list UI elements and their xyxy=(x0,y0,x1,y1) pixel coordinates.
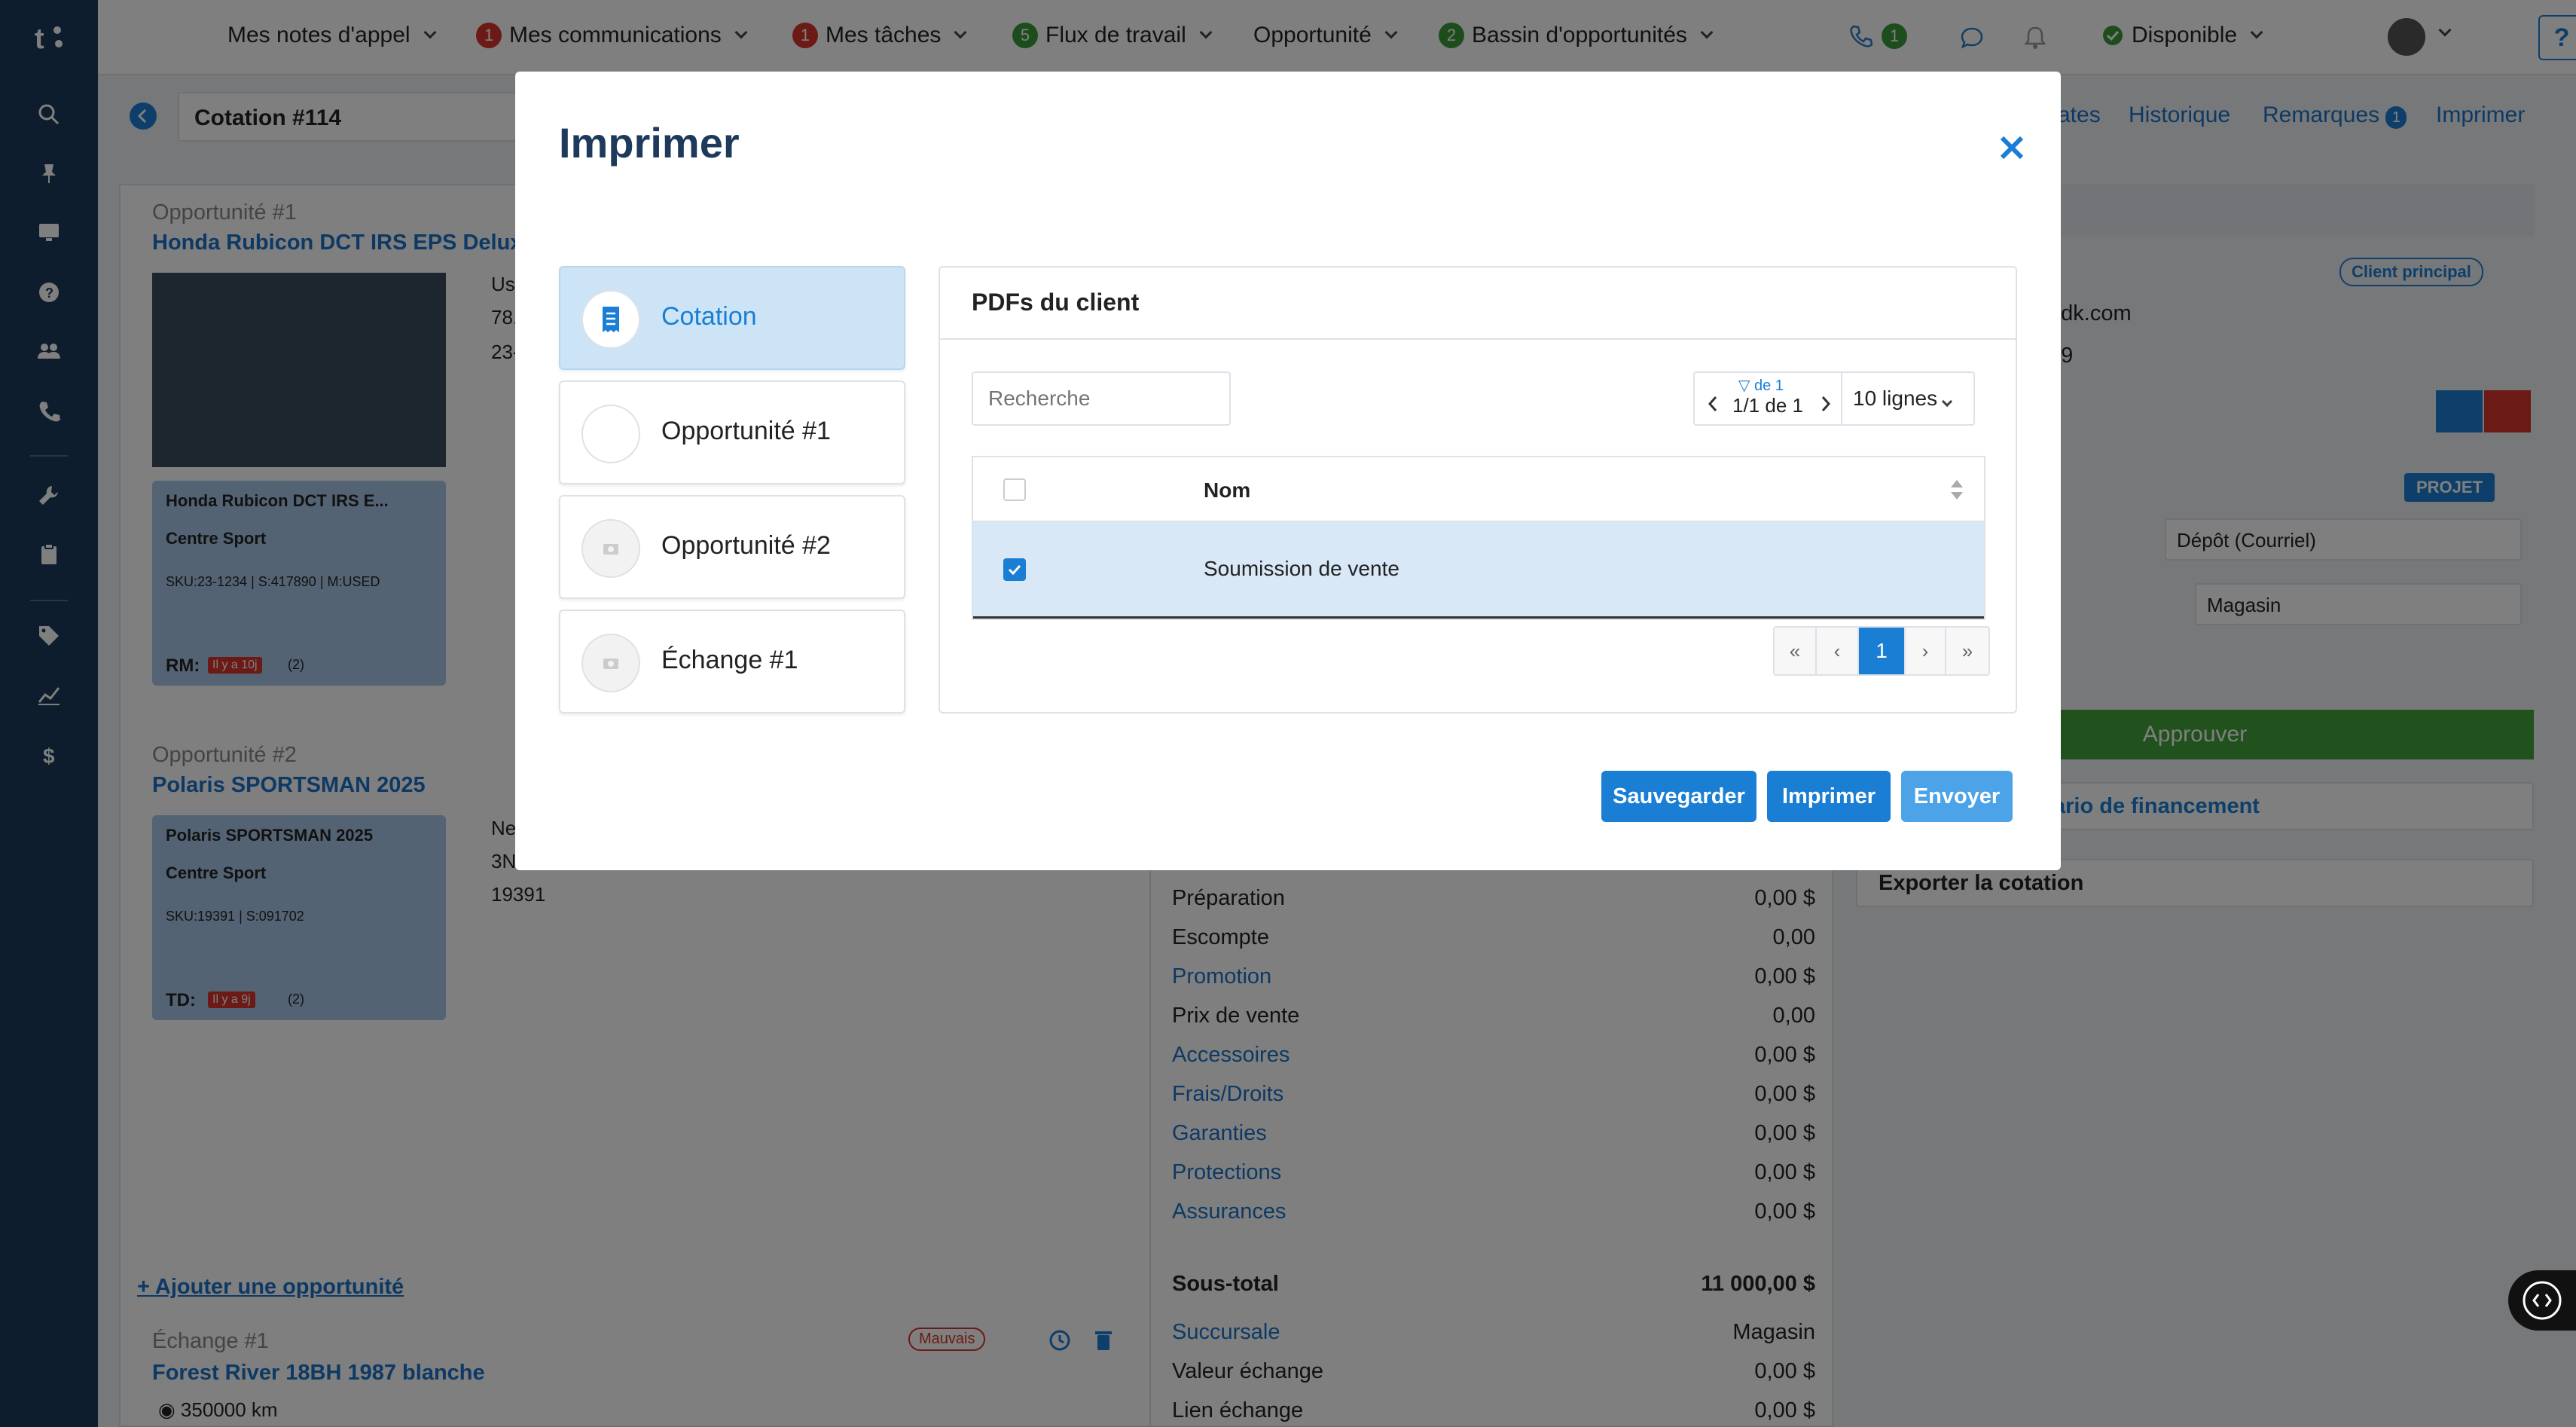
pagination: « ‹ 1 › » xyxy=(1773,626,1990,676)
pager-control: ▽ de 1 1/1 de 1 xyxy=(1693,371,1842,426)
chevron-left-icon[interactable] xyxy=(1704,393,1722,415)
broken-image-icon xyxy=(581,405,640,463)
print-modal: Imprimer Cotation Opportunité #1 Opportu… xyxy=(515,72,2061,870)
card-divider xyxy=(940,338,2016,340)
nav-label: Échange #1 xyxy=(661,646,798,674)
page-number-button[interactable]: 1 xyxy=(1859,628,1904,674)
page-info: 1/1 de 1 xyxy=(1732,394,1803,417)
print-nav-opportunity-1[interactable]: Opportunité #1 xyxy=(559,380,905,484)
print-nav-quote[interactable]: Cotation xyxy=(559,266,905,370)
quote-icon-circle xyxy=(581,290,640,349)
select-all-checkbox[interactable] xyxy=(1003,478,1026,501)
receipt-icon xyxy=(603,307,619,332)
search-input[interactable] xyxy=(972,371,1231,426)
camera-icon xyxy=(581,519,640,578)
row-checkbox[interactable] xyxy=(1003,558,1026,581)
nav-label: Cotation xyxy=(661,302,757,331)
accessibility-icon xyxy=(2523,1281,2562,1320)
filter-icon: ▽ xyxy=(1738,377,1750,394)
chevron-down-icon xyxy=(1942,396,1953,408)
close-icon[interactable] xyxy=(1993,129,2031,167)
print-nav-trade-1[interactable]: Échange #1 xyxy=(559,610,905,714)
sort-icon[interactable] xyxy=(1949,477,1964,503)
send-button[interactable]: Envoyer xyxy=(1901,771,2013,822)
filter-label: de 1 xyxy=(1753,377,1784,394)
page-first-button[interactable]: « xyxy=(1775,628,1817,674)
page-last-button[interactable]: » xyxy=(1946,628,1988,674)
print-nav-opportunity-2[interactable]: Opportunité #2 xyxy=(559,495,905,599)
nav-label: Opportunité #1 xyxy=(661,417,831,445)
accessibility-tool-button[interactable] xyxy=(2508,1270,2576,1331)
filter-info[interactable]: ▽ de 1 xyxy=(1738,376,1784,395)
table-header: Nom xyxy=(973,457,1984,522)
pdf-table: Nom Soumission de vente xyxy=(972,456,1985,620)
camera-icon xyxy=(581,634,640,692)
nav-label: Opportunité #2 xyxy=(661,531,831,560)
select-value: 10 lignes xyxy=(1853,387,1938,410)
modal-title: Imprimer xyxy=(559,119,740,167)
table-row[interactable]: Soumission de vente xyxy=(973,522,1984,619)
card-title: PDFs du client xyxy=(972,289,1140,316)
rows-per-page-select[interactable]: 10 lignes xyxy=(1841,371,1975,426)
page-prev-button[interactable]: ‹ xyxy=(1817,628,1859,674)
row-name: Soumission de vente xyxy=(1204,557,1399,580)
column-header-name[interactable]: Nom xyxy=(1204,478,1250,503)
save-button[interactable]: Sauvegarder xyxy=(1601,771,1757,822)
print-button[interactable]: Imprimer xyxy=(1767,771,1891,822)
check-icon xyxy=(1008,564,1021,576)
client-pdfs-card: PDFs du client ▽ de 1 1/1 de 1 10 lignes… xyxy=(939,266,2017,714)
chevron-right-icon[interactable] xyxy=(1817,393,1835,415)
page-next-button[interactable]: › xyxy=(1904,628,1946,674)
